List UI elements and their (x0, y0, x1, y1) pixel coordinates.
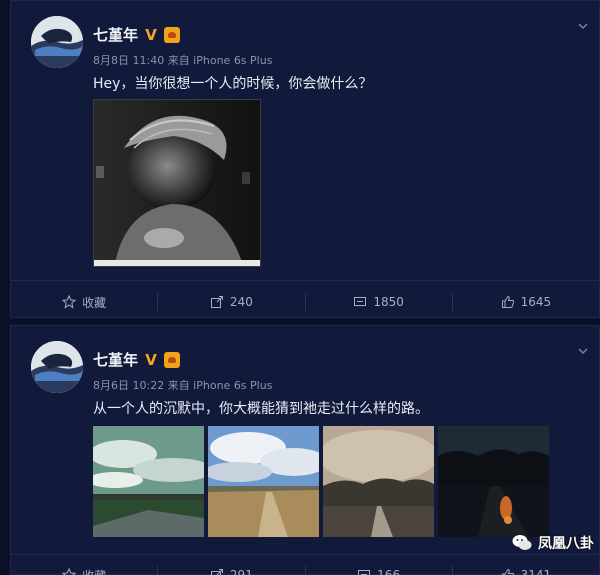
like-button[interactable]: 1645 (453, 293, 599, 311)
username[interactable]: 七堇年 (93, 349, 138, 370)
avatar[interactable] (31, 341, 83, 393)
repost-count: 291 (229, 568, 253, 575)
like-button[interactable]: 3141 (453, 566, 599, 575)
avatar[interactable] (31, 16, 83, 68)
comment-icon (358, 570, 371, 575)
star-icon (62, 295, 77, 309)
comment-count: 1850 (373, 295, 404, 309)
favorite-button[interactable]: 收藏 (11, 293, 159, 311)
chevron-down-icon[interactable] (575, 344, 591, 360)
divider (11, 280, 599, 281)
favorite-button[interactable]: 收藏 (11, 566, 159, 575)
post-meta: 8月8日 11:40 来自 iPhone 6s Plus (93, 54, 273, 67)
repost-count: 240 (229, 295, 253, 309)
comment-icon (354, 297, 367, 306)
post-meta: 8月6日 10:22 来自 iPhone 6s Plus (93, 379, 273, 392)
post-photo-2[interactable] (208, 426, 319, 537)
post-photo[interactable] (93, 99, 261, 267)
chevron-down-icon[interactable] (575, 19, 591, 35)
favorite-label: 收藏 (82, 567, 106, 575)
like-count: 3141 (520, 568, 552, 575)
comment-button[interactable]: 166 (306, 566, 453, 575)
wechat-icon (512, 535, 532, 550)
thumbs-up-icon (501, 568, 514, 575)
verified-v-icon: V (145, 350, 157, 369)
vip-badge-icon (164, 351, 181, 368)
post-photo-3[interactable] (323, 426, 434, 537)
post-text: Hey，当你很想一个人的时候，你会做什么？ (93, 76, 373, 92)
watermark: 凤凰八卦 (512, 533, 594, 553)
username[interactable]: 七堇年 (93, 24, 138, 45)
repost-icon (210, 296, 223, 308)
author-row: 七堇年 V (93, 349, 181, 370)
star-icon (62, 568, 77, 575)
divider (11, 554, 599, 555)
post-photo-4[interactable] (438, 426, 549, 537)
action-bar: 收藏 291 166 3141 (11, 558, 599, 575)
comment-count: 166 (377, 568, 401, 575)
weibo-post-1: 七堇年 V 8月8日 11:40 来自 iPhone 6s Plus Hey，当… (10, 0, 600, 318)
watermark-text: 凤凰八卦 (538, 536, 594, 552)
comment-button[interactable]: 1850 (306, 293, 453, 311)
verified-v-icon: V (145, 25, 157, 44)
repost-icon (210, 569, 223, 575)
post-text: 从一个人的沉默中，你大概能猜到祂走过什么样的路。 (93, 401, 429, 417)
post-photo-1[interactable] (93, 426, 204, 537)
action-bar: 收藏 240 1850 1645 (11, 285, 599, 319)
favorite-label: 收藏 (82, 295, 107, 310)
author-row: 七堇年 V (93, 24, 181, 45)
like-count: 1645 (520, 295, 552, 309)
repost-button[interactable]: 291 (158, 566, 306, 575)
thumbs-up-icon (501, 295, 514, 308)
repost-button[interactable]: 240 (158, 293, 306, 311)
vip-badge-icon (164, 26, 181, 43)
